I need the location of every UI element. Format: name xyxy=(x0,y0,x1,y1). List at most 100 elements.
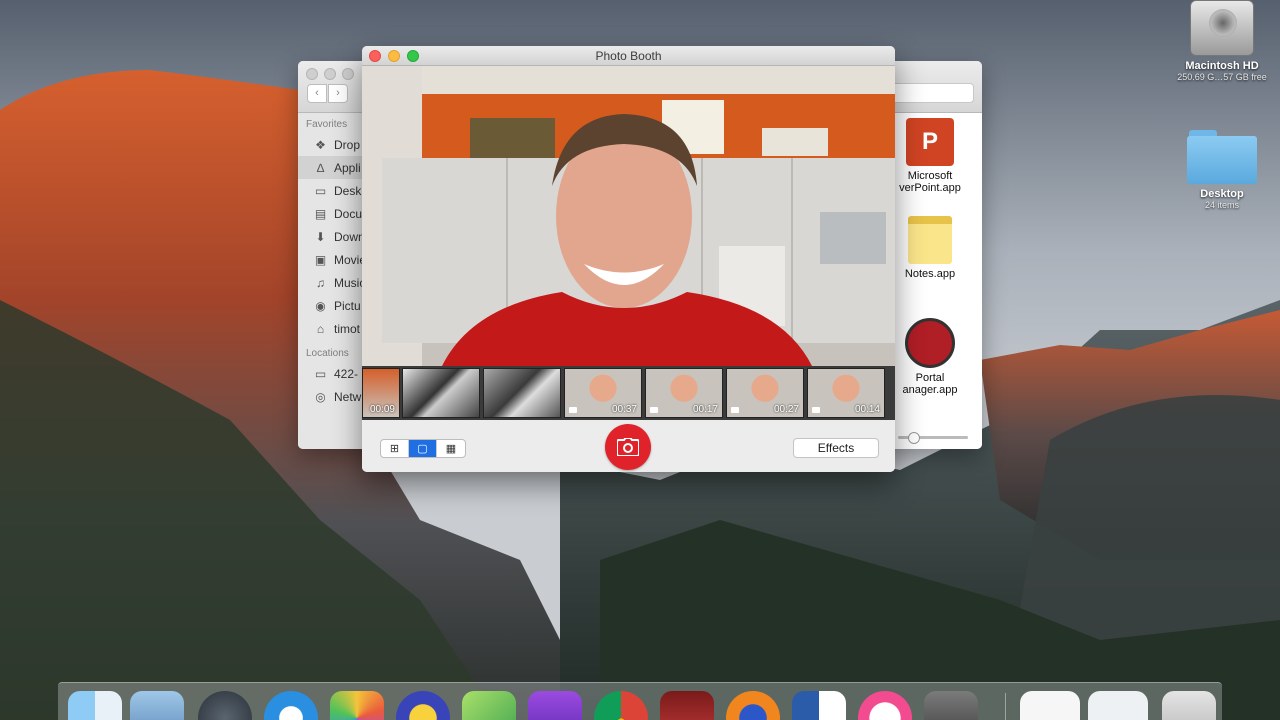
portal-manager-icon xyxy=(905,318,955,368)
sidebar-item-documents[interactable]: ▤ Docu xyxy=(298,202,362,225)
close-button[interactable] xyxy=(306,68,318,80)
filmstrip-view-icon[interactable]: ▦ xyxy=(437,440,465,457)
powerpoint-icon: P xyxy=(906,118,954,166)
podcast-icon[interactable] xyxy=(396,691,450,720)
sidebar-item-desktop[interactable]: ▭ Desk xyxy=(298,179,362,202)
photobooth-icon[interactable] xyxy=(660,691,714,720)
zoom-button[interactable] xyxy=(407,50,419,62)
dock xyxy=(58,682,1222,720)
document-icon[interactable] xyxy=(1020,691,1080,720)
documents-icon: ▤ xyxy=(314,206,327,221)
finder-sidebar: Favorites ❖ Drop ∆ Appli ▭ Desk ▤ Docu ⬇… xyxy=(298,113,362,449)
app-item-label: Microsoft xyxy=(907,170,953,182)
sidebar-item-label: Down xyxy=(334,229,362,244)
locations-header: Locations xyxy=(306,348,349,359)
sidebar-item-label: Drop xyxy=(334,137,361,152)
desktop-icon-sublabel: 250.69 G…57 GB free xyxy=(1177,72,1267,82)
thumbnail[interactable] xyxy=(483,368,561,418)
calculator-icon[interactable] xyxy=(924,691,978,720)
sidebar-item-applications[interactable]: ∆ Appli xyxy=(298,156,362,179)
video-camera-icon xyxy=(569,407,577,413)
thumbnail[interactable]: 00:37 xyxy=(564,368,642,418)
take-photo-button[interactable] xyxy=(605,424,651,470)
desktop-icon-desktop-folder[interactable]: Desktop 24 items xyxy=(1167,130,1277,210)
desktop-icon-label: Desktop xyxy=(1200,188,1244,200)
preview-icon[interactable] xyxy=(130,691,184,720)
movies-icon: ▣ xyxy=(314,252,327,267)
sidebar-item-pictures[interactable]: ◉ Pictu xyxy=(298,294,362,317)
sidebar-item-music[interactable]: ♫ Music xyxy=(298,271,362,294)
dropbox-icon: ❖ xyxy=(315,137,326,152)
downloads-icon: ⬇ xyxy=(315,229,326,244)
zoom-button[interactable] xyxy=(342,68,354,80)
notes-icon xyxy=(908,216,952,264)
single-view-icon[interactable]: ▢ xyxy=(409,440,437,457)
imovie-icon[interactable] xyxy=(528,691,582,720)
finder-icon[interactable] xyxy=(68,691,122,720)
thumbnail[interactable] xyxy=(402,368,480,418)
favorites-header: Favorites xyxy=(306,119,348,130)
app-item-label: anager.app xyxy=(902,384,958,396)
minimize-button[interactable] xyxy=(324,68,336,80)
forward-button[interactable]: › xyxy=(328,84,348,103)
sidebar-item-movies[interactable]: ▣ Movie xyxy=(298,248,362,271)
video-camera-icon xyxy=(812,407,820,413)
app-item-portal-manager[interactable]: Portal anager.app xyxy=(880,318,980,396)
word-icon[interactable] xyxy=(792,691,846,720)
chrome-icon[interactable] xyxy=(594,691,648,720)
thumbnail[interactable]: 00:14 xyxy=(807,368,885,418)
icon-size-slider[interactable] xyxy=(898,432,968,444)
minimize-button[interactable] xyxy=(388,50,400,62)
sidebar-item-label: Netw xyxy=(334,389,362,404)
close-button[interactable] xyxy=(369,50,381,62)
finder-content: P Microsoft verPoint.app Notes.app Porta… xyxy=(894,113,982,449)
maps-icon[interactable] xyxy=(462,691,516,720)
sidebar-item-label: Docu xyxy=(334,206,362,221)
sidebar-item-disk[interactable]: ▭ 422- xyxy=(298,362,362,385)
sidebar-item-home[interactable]: ⌂ timot xyxy=(298,317,362,340)
thumbnail-duration: 00:17 xyxy=(692,404,718,415)
thumbnail-duration: 00:09 xyxy=(369,404,395,415)
document-icon[interactable] xyxy=(1088,691,1148,720)
sidebar-item-dropbox[interactable]: ❖ Drop xyxy=(298,133,362,156)
app-item-label: verPoint.app xyxy=(899,182,961,194)
app-item-powerpoint[interactable]: P Microsoft verPoint.app xyxy=(880,118,980,194)
effects-button[interactable]: Effects xyxy=(793,438,879,458)
sidebar-item-label: Appli xyxy=(334,160,361,175)
dock-separator xyxy=(1005,693,1006,720)
folder-icon xyxy=(1187,130,1257,184)
network-icon: ◎ xyxy=(315,389,326,404)
search-field[interactable] xyxy=(888,83,974,103)
disk-icon: ▭ xyxy=(314,366,327,381)
thumbnail-duration: 00:37 xyxy=(611,404,637,415)
photos-icon[interactable] xyxy=(330,691,384,720)
desktop-icon: ▭ xyxy=(314,183,327,198)
thumbnail[interactable]: 00:17 xyxy=(645,368,723,418)
sidebar-item-network[interactable]: ◎ Netw xyxy=(298,385,362,408)
desktop-icon-label: Macintosh HD xyxy=(1185,60,1259,72)
thumbnail-duration: 00:27 xyxy=(773,404,799,415)
camera-preview xyxy=(362,66,895,366)
grid-view-icon[interactable]: ⊞ xyxy=(381,440,409,457)
photobooth-window: Photo Booth 00:09 00:37 00:17 00:27 00:1… xyxy=(362,46,895,472)
pictures-icon: ◉ xyxy=(315,298,326,313)
desktop-icon-macintosh-hd[interactable]: Macintosh HD 250.69 G…57 GB free xyxy=(1167,0,1277,82)
video-camera-icon xyxy=(731,407,739,413)
sidebar-item-label: Pictu xyxy=(334,298,361,313)
thumbnail[interactable]: 00:09 xyxy=(362,368,400,418)
safari-icon[interactable] xyxy=(264,691,318,720)
photobooth-controls: ⊞ ▢ ▦ Effects xyxy=(362,420,895,472)
firefox-icon[interactable] xyxy=(726,691,780,720)
app-item-notes[interactable]: Notes.app xyxy=(880,216,980,280)
itunes-icon[interactable] xyxy=(858,691,912,720)
sidebar-item-label: Movie xyxy=(334,252,362,267)
back-button[interactable]: ‹ xyxy=(307,84,327,103)
launchpad-icon[interactable] xyxy=(198,691,252,720)
sidebar-item-downloads[interactable]: ⬇ Down xyxy=(298,225,362,248)
video-camera-icon xyxy=(650,407,658,413)
music-icon: ♫ xyxy=(316,275,325,290)
home-icon: ⌂ xyxy=(316,321,325,336)
trash-icon[interactable] xyxy=(1162,691,1216,720)
photobooth-titlebar: Photo Booth xyxy=(362,46,895,66)
thumbnail[interactable]: 00:27 xyxy=(726,368,804,418)
